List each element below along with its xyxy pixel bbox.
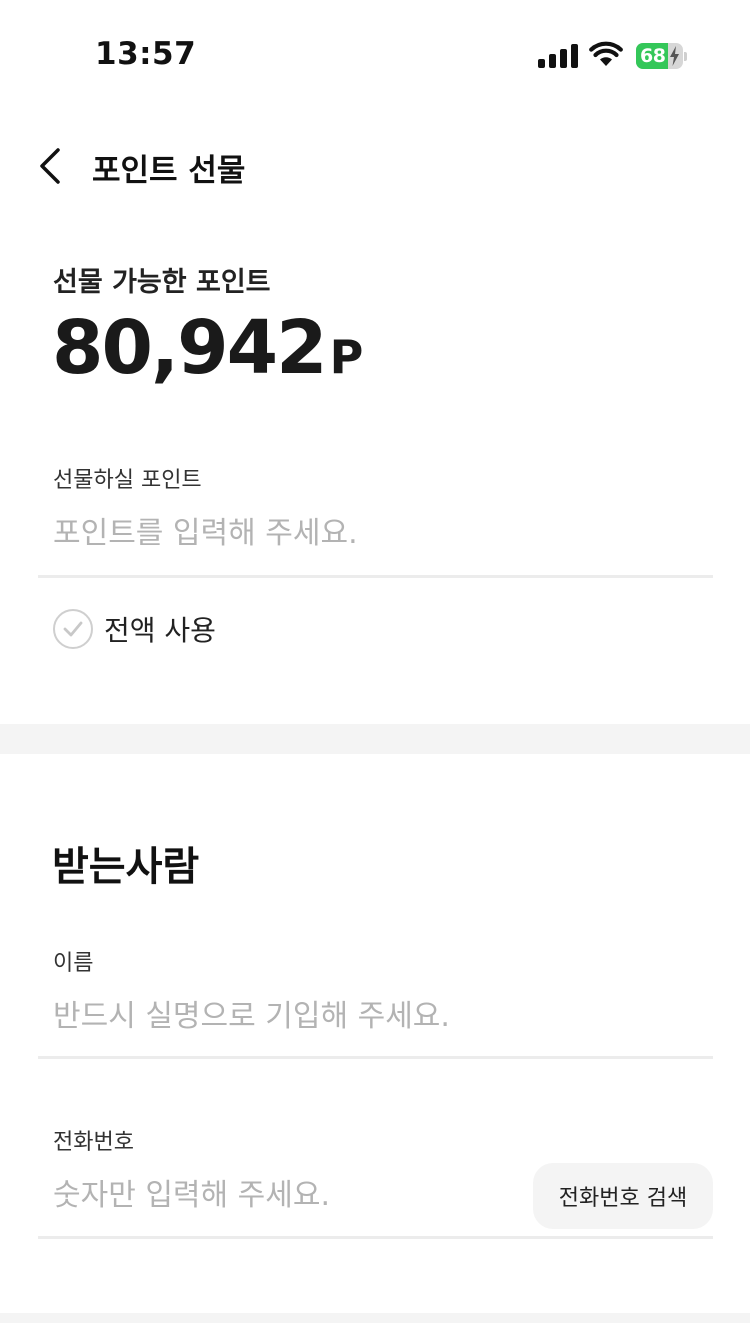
wifi-icon [589,41,623,66]
points-amount: 80,942 [52,305,328,391]
phone-label: 전화번호 [53,1130,134,1155]
point-gift-screen: 13:57 68 포인트 선물 선물 가능한 포인트 80,942P 선물하실 … [0,0,750,1323]
use-all-label: 전액 사용 [104,614,216,647]
available-points-label: 선물 가능한 포인트 [53,267,271,298]
available-points-value: 80,942P [52,303,363,402]
recipient-section-title: 받는사람 [52,844,200,890]
section-separator [0,724,750,754]
check-circle-icon [53,609,93,649]
battery-icon: 68 [636,43,688,69]
phone-divider [38,1236,713,1239]
page-title: 포인트 선물 [92,153,246,189]
phone-input[interactable] [53,1172,513,1218]
status-time: 13:57 [95,36,197,72]
gift-points-input[interactable] [53,510,693,556]
battery-body: 68 [636,43,683,69]
battery-cap [684,52,687,61]
check-mark-icon [63,621,83,637]
back-button[interactable] [30,140,80,192]
chevron-left-icon [40,148,60,184]
points-unit: P [329,330,364,384]
phone-search-button[interactable]: 전화번호 검색 [533,1163,713,1229]
name-input[interactable] [53,993,693,1039]
bottom-separator [0,1313,750,1323]
name-label: 이름 [53,951,94,976]
use-all-checkbox[interactable]: 전액 사용 [53,608,216,650]
signal-icon [538,44,578,68]
gift-points-label: 선물하실 포인트 [53,468,202,493]
battery-percent: 68 [640,45,666,67]
status-bar: 13:57 68 [0,0,750,110]
name-divider [38,1056,713,1059]
charging-bolt-icon [670,46,679,66]
gift-points-divider [38,575,713,578]
